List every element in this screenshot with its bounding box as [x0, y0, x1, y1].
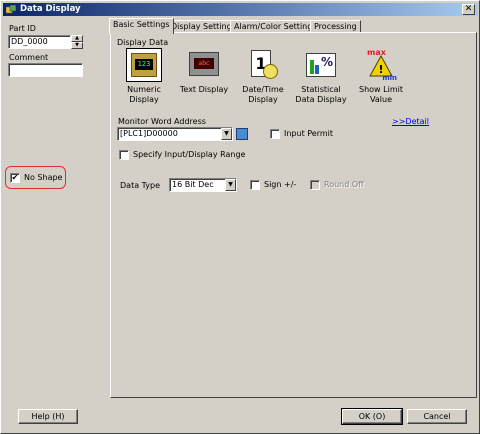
ok-button[interactable]: OK (O) — [341, 408, 403, 425]
statistical-data-display-icon: % — [303, 48, 339, 82]
spin-up-icon[interactable]: ▲ — [71, 35, 83, 42]
text-display-label: Text Display — [179, 85, 229, 94]
input-permit-label: Input Permit — [284, 129, 334, 138]
data-type-value: 16 Bit Dec — [172, 180, 214, 189]
sign-checkbox[interactable] — [250, 180, 260, 190]
app-icon — [6, 5, 16, 14]
part-id-label: Part ID — [9, 24, 36, 33]
show-limit-value-icon: max ! min — [367, 48, 397, 82]
round-off-label: Round Off — [324, 180, 364, 189]
show-limit-value-option[interactable]: max ! min Show Limit Value — [348, 48, 414, 105]
window-title: Data Display — [20, 4, 81, 14]
statistical-data-display-option[interactable]: % Statistical Data Display — [292, 48, 350, 105]
date-time-display-label: Date/Time — [242, 85, 284, 94]
text-display-option[interactable]: abc Text Display — [173, 48, 235, 95]
specify-range-label: Specify Input/Display Range — [133, 150, 246, 159]
comment-label: Comment — [9, 53, 49, 62]
monitor-word-address-label: Monitor Word Address — [118, 117, 206, 126]
statistical-data-display-label: Statistical — [301, 85, 341, 94]
numeric-display-icon: 123 — [126, 48, 162, 82]
spin-down-icon[interactable]: ▼ — [71, 42, 83, 49]
sign-label: Sign +/- — [264, 180, 297, 189]
part-id-spinner[interactable]: ▲ ▼ — [71, 35, 83, 49]
data-display-dialog: Data Display ✕ Part ID DD_0000 ▲ ▼ Comme… — [0, 0, 480, 434]
monitor-address-value: [PLC1]D00000 — [120, 129, 178, 138]
comment-field[interactable] — [8, 63, 83, 77]
date-time-display-label-2: Display — [248, 95, 278, 104]
data-type-label: Data Type — [120, 181, 161, 190]
input-permit-checkbox[interactable] — [270, 129, 280, 139]
statistical-data-display-label-2: Data Display — [295, 95, 347, 104]
address-input-icon[interactable] — [236, 128, 248, 140]
cancel-button[interactable]: Cancel — [407, 409, 467, 424]
text-display-icon: abc — [186, 48, 222, 82]
numeric-display-label-2: Display — [129, 95, 159, 104]
help-button[interactable]: Help (H) — [18, 409, 78, 424]
display-data-label: Display Data — [117, 38, 169, 47]
chevron-down-icon[interactable]: ▼ — [221, 128, 232, 140]
title-bar: Data Display ✕ — [3, 3, 478, 16]
no-shape-label: No Shape — [24, 173, 63, 182]
close-button[interactable]: ✕ — [462, 4, 475, 15]
numeric-display-label: Numeric — [127, 85, 161, 94]
detail-link[interactable]: >>Detail — [392, 117, 429, 126]
specify-range-checkbox[interactable] — [119, 150, 129, 160]
show-limit-value-label: Show Limit Value — [359, 85, 403, 104]
data-type-combo[interactable]: 16 Bit Dec ▼ — [169, 178, 237, 192]
chevron-down-icon[interactable]: ▼ — [225, 179, 236, 191]
date-time-display-option[interactable]: 1 Date/Time Display — [238, 48, 288, 105]
round-off-checkbox — [310, 180, 320, 190]
no-shape-checkbox[interactable]: ✔ — [10, 173, 20, 183]
part-id-field[interactable]: DD_0000 — [8, 35, 71, 49]
monitor-address-combo[interactable]: [PLC1]D00000 ▼ — [117, 127, 233, 141]
numeric-display-option[interactable]: 123 Numeric Display — [119, 48, 169, 105]
date-time-display-icon: 1 — [245, 48, 281, 82]
tab-basic-settings[interactable]: Basic Settings — [109, 18, 174, 34]
